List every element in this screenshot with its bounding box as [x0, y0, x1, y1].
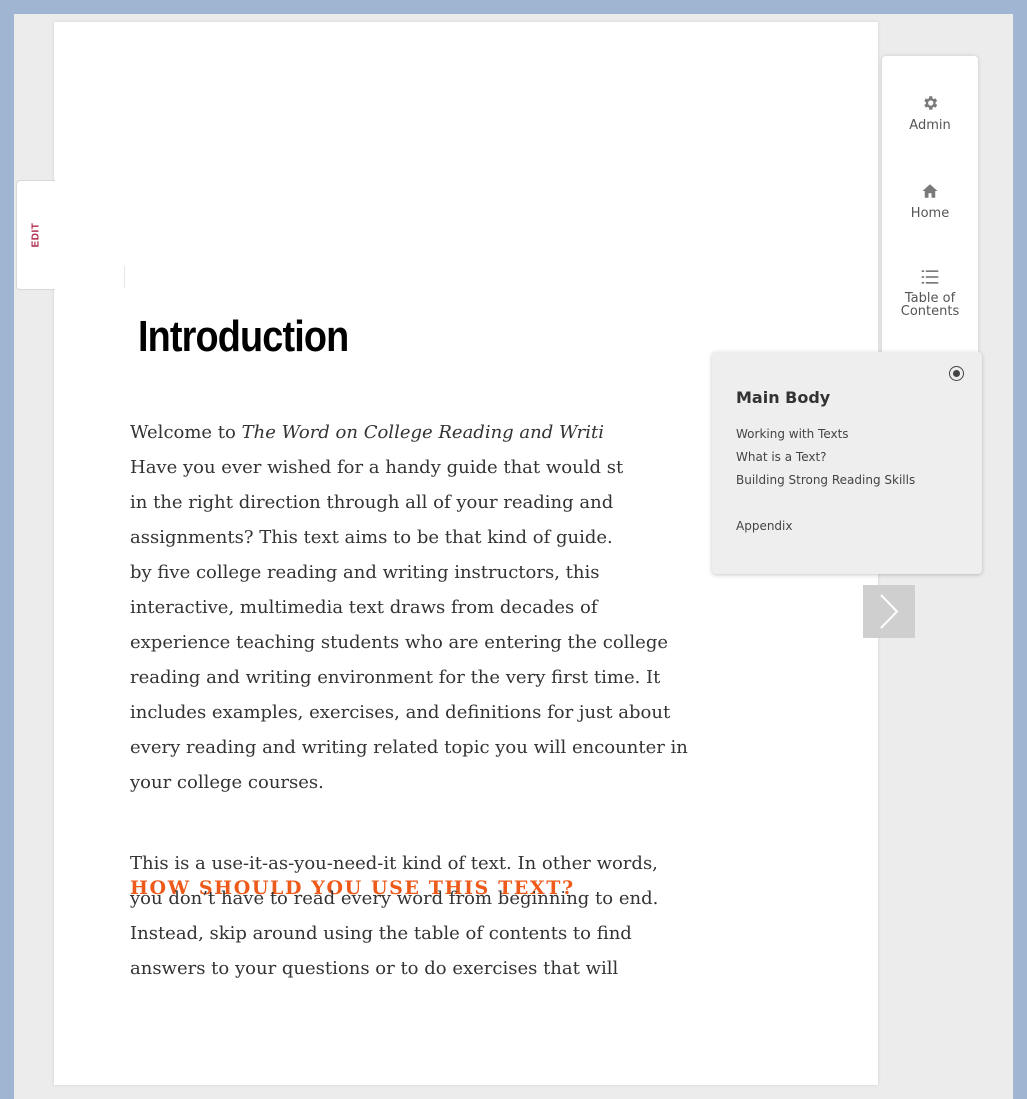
page-title: Introduction — [138, 312, 349, 361]
section-line: you don’t have to read every word from b… — [130, 888, 659, 909]
side-nav: Admin Home Table of Contents — [882, 56, 978, 356]
nav-table-of-contents[interactable]: Table of Contents — [882, 268, 978, 318]
intro-line: your college courses. — [130, 772, 324, 793]
toc-item-appendix[interactable]: Appendix — [736, 519, 792, 533]
home-icon — [922, 184, 938, 198]
section-line: Instead, skip around using the table of … — [130, 923, 632, 944]
toc-dropdown: Main Body Working with Texts What is a T… — [712, 352, 982, 574]
chevron-right-icon — [880, 594, 899, 629]
title-marker — [124, 266, 125, 288]
section-line: answers to your questions or to do exerc… — [130, 958, 619, 979]
section-line: This is a use-it-as-you-need-it kind of … — [130, 853, 658, 874]
toc-heading: Main Body — [736, 388, 831, 407]
intro-text-start: Welcome to — [130, 422, 242, 443]
intro-line: by five college reading and writing inst… — [130, 562, 600, 583]
intro-line: in the right direction through all of yo… — [130, 492, 614, 513]
intro-line: experience teaching students who are ent… — [130, 632, 669, 653]
home-label[interactable]: Home — [911, 206, 949, 221]
list-icon — [921, 270, 939, 284]
admin-label[interactable]: Admin — [909, 118, 950, 133]
intro-line: interactive, multimedia text draws from … — [130, 597, 598, 618]
intro-line: assignments? This text aims to be that k… — [130, 527, 613, 548]
intro-line: every reading and writing related topic … — [130, 737, 688, 758]
intro-line: reading and writing environment for the … — [130, 667, 661, 688]
book-title-text: The Word on College Reading and Writi — [241, 422, 605, 443]
nav-admin[interactable]: Admin — [882, 94, 978, 133]
gear-icon — [924, 96, 938, 110]
nav-home[interactable]: Home — [882, 182, 978, 221]
toc-item-what-is-a-text[interactable]: What is a Text? — [736, 450, 827, 464]
edit-tab[interactable]: EDIT — [16, 180, 55, 290]
section-paragraph: This is a use-it-as-you-need-it kind of … — [130, 846, 830, 986]
close-icon[interactable] — [949, 366, 964, 381]
toc-item-working-with-texts[interactable]: Working with Texts — [736, 427, 849, 441]
toc-item-building-strong-reading-skills[interactable]: Building Strong Reading Skills — [736, 473, 915, 487]
next-page-button[interactable] — [863, 585, 915, 638]
toc-label-line2[interactable]: Contents — [901, 304, 959, 319]
intro-line: Have you ever wished for a handy guide t… — [130, 457, 624, 478]
intro-line: includes examples, exercises, and defini… — [130, 702, 671, 723]
edit-label[interactable]: EDIT — [31, 223, 42, 248]
